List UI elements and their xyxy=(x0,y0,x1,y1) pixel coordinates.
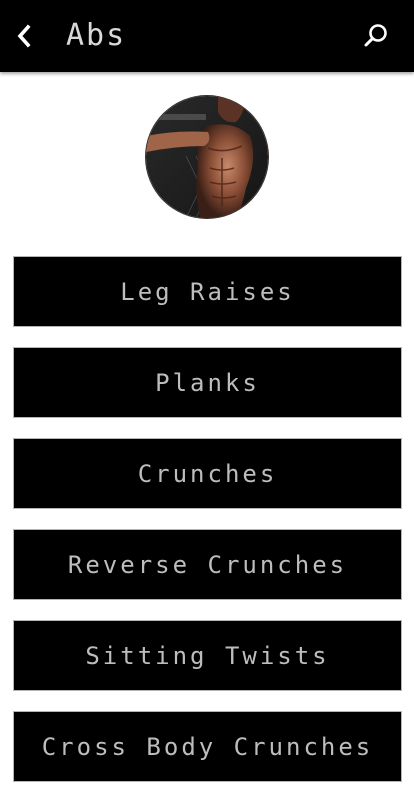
top-app-bar: Abs xyxy=(0,0,414,72)
exercise-label: Planks xyxy=(155,368,260,397)
exercise-label: Leg Raises xyxy=(120,277,295,306)
exercise-button-sitting-twists[interactable]: Sitting Twists xyxy=(13,620,402,691)
athlete-photo-icon xyxy=(146,96,268,218)
workout-avatar-image xyxy=(146,96,268,218)
exercise-button-planks[interactable]: Planks xyxy=(13,347,402,418)
search-icon xyxy=(364,24,387,47)
search-button[interactable] xyxy=(358,18,394,54)
chevron-left-icon xyxy=(17,24,31,48)
exercise-button-reverse-crunches[interactable]: Reverse Crunches xyxy=(13,529,402,600)
exercise-button-cross-body-crunches[interactable]: Cross Body Crunches xyxy=(13,711,402,782)
exercise-button-leg-raises[interactable]: Leg Raises xyxy=(13,256,402,327)
exercise-button-crunches[interactable]: Crunches xyxy=(13,438,402,509)
exercise-list: Leg Raises Planks Crunches Reverse Crunc… xyxy=(13,256,402,802)
exercise-label: Sitting Twists xyxy=(85,641,330,670)
back-button[interactable] xyxy=(8,18,40,54)
exercise-label: Reverse Crunches xyxy=(67,550,348,579)
exercise-label: Crunches xyxy=(137,459,278,488)
exercise-label: Cross Body Crunches xyxy=(41,732,374,761)
page-title: Abs xyxy=(66,18,127,53)
